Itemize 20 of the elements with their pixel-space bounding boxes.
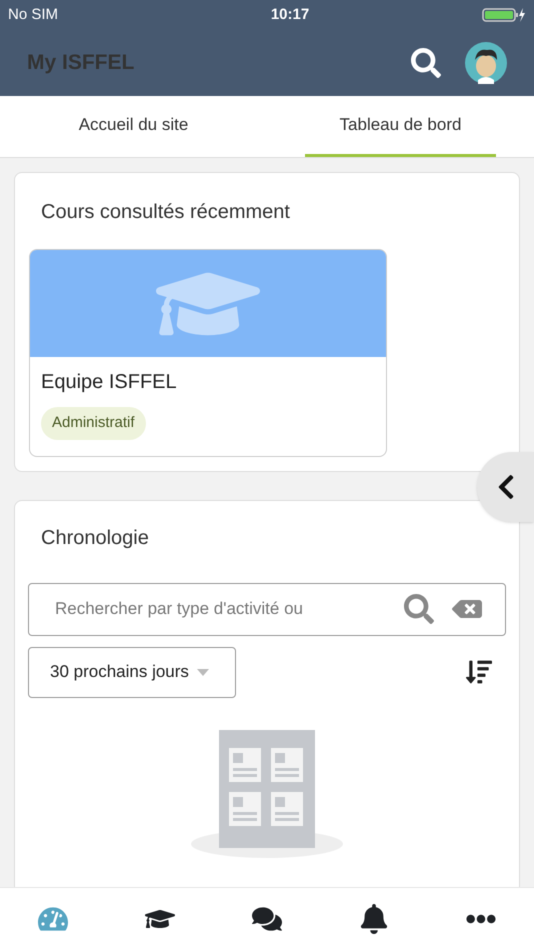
card-title: Chronologie	[40, 526, 150, 550]
category-tag: Administratif	[41, 407, 146, 440]
filter-dropdown[interactable]: 30 prochains jours	[28, 646, 236, 698]
search-button[interactable]	[411, 48, 441, 78]
course-card[interactable]: Equipe ISFFEL Administratif	[29, 249, 387, 456]
tab[interactable]: Accueil du site	[38, 96, 229, 157]
card-title: Cours consultés récemment	[40, 200, 291, 225]
carrier-text: No SIM	[8, 4, 58, 25]
search-field[interactable]: Rechercher par type d'activité ou	[28, 582, 506, 636]
tab[interactable]: Tableau de bord	[305, 96, 496, 157]
battery-icon	[482, 7, 526, 23]
clock-text: 10:17	[270, 4, 310, 25]
app-title: My ISFFEL	[27, 50, 136, 76]
bell-icon[interactable]	[358, 904, 389, 934]
sort-button[interactable]	[466, 659, 492, 685]
search-icon[interactable]	[404, 594, 434, 624]
course-name: Equipe ISFFEL	[40, 370, 178, 395]
caret-icon	[196, 668, 209, 676]
avatar-icon[interactable]	[465, 42, 507, 84]
sort-icon	[466, 659, 492, 685]
